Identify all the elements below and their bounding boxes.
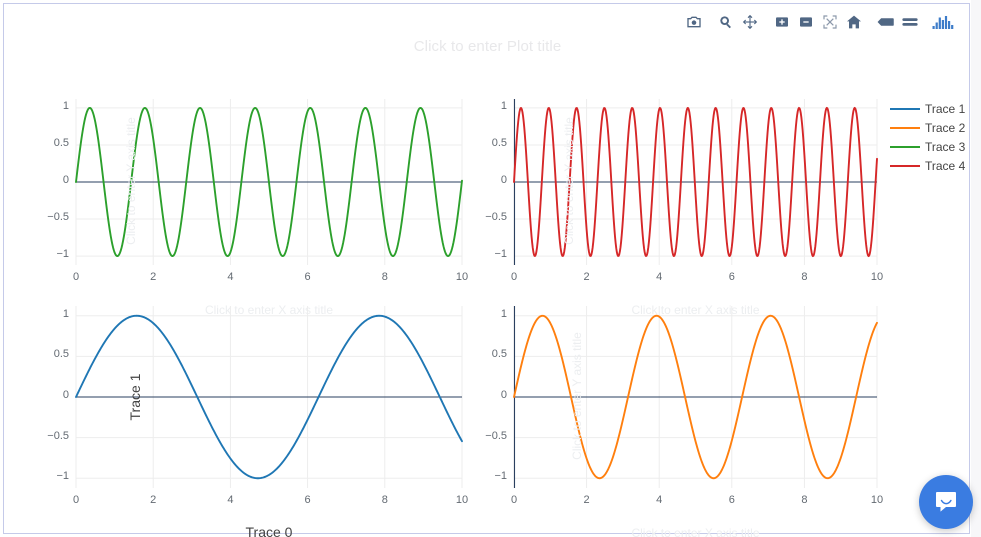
hover-closest-icon[interactable] xyxy=(875,12,897,32)
modebar-group-drag xyxy=(710,12,766,32)
y-tick-label: 0.5 xyxy=(491,136,507,149)
legend-swatch-trace-3 xyxy=(890,146,920,148)
plot-frame: Click to enter Plot title Trace 1 Trace … xyxy=(3,3,971,537)
pan-icon[interactable] xyxy=(739,12,761,32)
right-gutter xyxy=(971,0,981,537)
x-tick-label: 4 xyxy=(656,494,663,506)
modebar-group-hover xyxy=(870,12,926,32)
y-tick-label: −1 xyxy=(56,470,69,483)
x-tick-label: 8 xyxy=(381,494,388,506)
y-tick-label: −1 xyxy=(56,248,69,261)
modebar-group-download xyxy=(678,12,710,32)
legend-swatch-trace-4 xyxy=(890,165,920,167)
legend-swatch-trace-1 xyxy=(890,108,920,110)
zoom-icon[interactable] xyxy=(715,12,737,32)
x-tick-label: 10 xyxy=(870,494,884,506)
reset-axes-icon[interactable] xyxy=(843,12,865,32)
x-tick-label: 8 xyxy=(801,271,808,283)
subplot-bottom-left: −1 −0.5 0 0.5 1 0 2 4 6 8 10 Trace 0 Trace 1 xyxy=(47,306,468,537)
x-tick-label: 6 xyxy=(728,271,735,283)
y-tick-label: −1 xyxy=(494,470,507,483)
x-tick-label: 0 xyxy=(72,494,80,506)
legend: Trace 1 Trace 2 Trace 3 Trace 4 xyxy=(890,102,965,173)
x-tick-label: 6 xyxy=(728,494,735,506)
y-axis-title-top-right[interactable]: Click to enter Y axis title xyxy=(562,78,576,284)
y-tick-label: 1 xyxy=(62,99,69,112)
legend-label-trace-1: Trace 1 xyxy=(925,102,966,116)
legend-label-trace-2: Trace 2 xyxy=(925,121,966,135)
y-tick-label: −0.5 xyxy=(47,429,69,442)
legend-item-trace-4[interactable]: Trace 4 xyxy=(890,159,965,173)
x-tick-label: 4 xyxy=(227,271,234,283)
y-tick-label: 0 xyxy=(62,174,69,186)
y-tick-label: 1 xyxy=(500,307,507,320)
x-tick-label: 4 xyxy=(656,271,663,283)
x-tick-label: 2 xyxy=(150,271,157,283)
legend-item-trace-2[interactable]: Trace 2 xyxy=(890,121,965,135)
legend-label-trace-4: Trace 4 xyxy=(925,159,966,173)
subplot-top-left: −1 −0.5 0 0.5 1 0 2 4 6 8 10 Click to enter X axis … xyxy=(47,99,468,317)
zoom-in-icon[interactable] xyxy=(771,12,793,32)
plotly-logo-icon[interactable] xyxy=(932,12,954,32)
hover-compare-icon[interactable] xyxy=(899,12,921,32)
y-tick-label: 0.5 xyxy=(53,136,69,149)
chart-editor-canvas: Click to enter Plot title Trace 1 Trace … xyxy=(0,0,981,537)
x-tick-label: 10 xyxy=(455,271,469,283)
x-tick-label: 6 xyxy=(304,494,311,506)
zoom-out-icon[interactable] xyxy=(795,12,817,32)
x-tick-label: 0 xyxy=(72,271,80,283)
subplot-bottom-right: −1 −0.5 0 0.5 1 0 2 4 6 8 10 Click to enter X axis … xyxy=(485,306,883,537)
y-tick-label: 0 xyxy=(500,389,507,401)
x-tick-label: 8 xyxy=(801,494,808,506)
chat-launcher-button[interactable] xyxy=(919,475,973,529)
autoscale-icon[interactable] xyxy=(819,12,841,32)
modebar xyxy=(678,11,959,33)
x-tick-label: 0 xyxy=(510,271,518,283)
y-tick-label: −1 xyxy=(494,248,507,261)
y-axis-title-top-left[interactable]: Click to enter Y axis title xyxy=(124,78,138,284)
legend-item-trace-3[interactable]: Trace 3 xyxy=(890,140,965,154)
legend-item-trace-1[interactable]: Trace 1 xyxy=(890,102,965,116)
subplot-top-right: −1 −0.5 0 0.5 1 0 2 4 6 8 10 Click to enter X axis … xyxy=(485,99,883,317)
x-tick-label: 8 xyxy=(381,271,388,283)
y-tick-label: 1 xyxy=(62,307,69,320)
y-axis-title-bottom-left[interactable]: Trace 1 xyxy=(127,286,143,508)
chat-bubble-icon xyxy=(936,492,956,512)
y-tick-label: −0.5 xyxy=(485,429,507,442)
y-tick-label: 0.5 xyxy=(491,348,507,361)
x-tick-label: 6 xyxy=(304,271,311,283)
legend-swatch-trace-2 xyxy=(890,127,920,129)
y-tick-label: 1 xyxy=(500,99,507,112)
download-plot-icon[interactable] xyxy=(683,12,705,32)
y-tick-label: −0.5 xyxy=(485,211,507,224)
x-tick-label: 0 xyxy=(510,494,518,506)
legend-label-trace-3: Trace 3 xyxy=(925,140,966,154)
x-tick-label: 10 xyxy=(870,271,884,283)
x-tick-label: 10 xyxy=(455,494,469,506)
y-tick-label: −0.5 xyxy=(47,211,69,224)
modebar-group-zoom xyxy=(766,12,870,32)
modebar-group-logo xyxy=(926,12,959,32)
y-tick-label: 0.5 xyxy=(53,348,69,361)
plot-area-bottom-right[interactable] xyxy=(513,306,878,488)
y-tick-label: 0 xyxy=(500,174,507,186)
x-tick-label: 4 xyxy=(227,494,234,506)
y-tick-label: 0 xyxy=(62,389,69,401)
y-axis-title-bottom-right[interactable]: Click to enter Y axis title xyxy=(570,285,584,507)
page-title[interactable]: Click to enter Plot title xyxy=(4,38,971,55)
x-axis-title-bottom-left[interactable]: Trace 0 xyxy=(76,524,462,537)
x-axis-title-bottom-right[interactable]: Click to enter X axis title xyxy=(514,526,877,537)
